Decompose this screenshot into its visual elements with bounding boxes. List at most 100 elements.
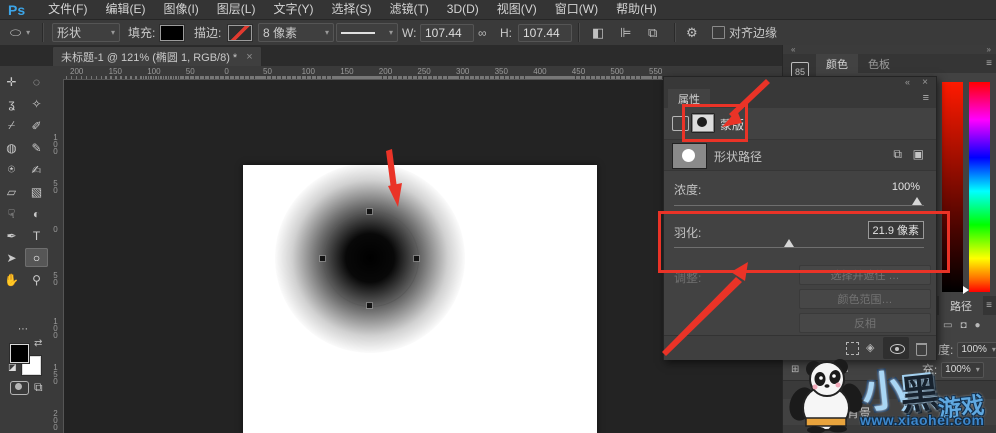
menu-item[interactable]: 编辑(E)	[96, 0, 154, 19]
path-anchor-top[interactable]	[367, 209, 372, 214]
height-label: H:	[500, 20, 512, 45]
tool-mode-select[interactable]: 形状 ▾	[52, 20, 120, 45]
tab-swatches[interactable]: 色板	[858, 54, 900, 73]
fill-color-swatch[interactable]	[160, 20, 184, 45]
menu-item[interactable]: 帮助(H)	[607, 0, 666, 19]
spectrum-slider-icon[interactable]	[963, 286, 969, 294]
gradient-tool[interactable]: ▧	[25, 182, 48, 201]
shape-height-field[interactable]: 107.44	[518, 20, 572, 45]
delete-mask-icon[interactable]	[916, 343, 927, 356]
dodge-tool[interactable]: ◐	[25, 204, 48, 223]
clone-stamp-tool[interactable]: ⍟	[0, 160, 23, 179]
path-anchor-right[interactable]	[414, 256, 419, 261]
type-tool[interactable]: T	[25, 226, 48, 245]
crop-tool[interactable]: ⌿	[0, 116, 23, 135]
menu-item[interactable]: 窗口(W)	[546, 0, 607, 19]
tool-options-bar: ⬭ ▾ 形状 ▾ 填充: 描边: 8 像素 ▾ ▾	[0, 20, 996, 46]
eyedropper-tool[interactable]: ✐	[25, 116, 48, 135]
density-value[interactable]: 100%	[888, 179, 924, 195]
expand-panels-icon[interactable]: »	[987, 45, 991, 54]
history-brush-tool[interactable]: ✍	[25, 160, 48, 179]
density-slider[interactable]	[674, 205, 924, 206]
hand-tool[interactable]: ✋	[0, 270, 23, 289]
menu-item[interactable]: 文字(Y)	[264, 0, 322, 19]
stroke-style-select[interactable]: ▾	[336, 20, 398, 45]
shape-width-field[interactable]: 107.44	[420, 20, 474, 45]
foreground-color-swatch[interactable]	[10, 344, 29, 363]
path-operations-icon[interactable]: ◧	[592, 20, 604, 45]
tab-color[interactable]: 颜色	[816, 54, 858, 73]
lock-transparency-icon[interactable]: ▭	[943, 320, 952, 331]
panel-menu-icon[interactable]: ≡	[986, 300, 992, 311]
eraser-tool[interactable]: ▱	[0, 182, 23, 201]
stroke-color-swatch[interactable]	[228, 20, 252, 45]
ruler-tick-label: 150	[109, 67, 122, 76]
ellipse-preset-icon: ⬭	[10, 25, 21, 41]
ellipse-path-outline[interactable]	[323, 211, 419, 307]
line-style-icon	[341, 32, 375, 34]
align-edges-label: 对齐边缘	[729, 20, 777, 45]
properties-titlebar[interactable]: « ×	[664, 77, 936, 89]
apply-mask-icon[interactable]: ◈	[866, 341, 874, 354]
menu-item[interactable]: 滤镜(T)	[380, 0, 437, 19]
density-label: 浓度:	[674, 181, 701, 198]
healing-brush-tool[interactable]: ◍	[0, 138, 23, 157]
magic-wand-tool[interactable]: ✧	[25, 94, 48, 113]
default-colors-icon[interactable]: ◪	[8, 362, 17, 373]
swap-colors-icon[interactable]: ⇄	[34, 338, 42, 349]
panel-menu-icon[interactable]: ≡	[986, 58, 992, 69]
settings-gear-icon[interactable]: ⚙	[686, 20, 698, 45]
tool-mode-value: 形状	[57, 24, 81, 41]
density-slider-thumb[interactable]	[912, 197, 922, 205]
close-panel-icon[interactable]: ×	[922, 77, 928, 88]
collapse-panels-icon[interactable]: «	[791, 45, 795, 54]
collapse-panel-icon[interactable]: «	[905, 77, 910, 87]
menu-item[interactable]: 图层(L)	[208, 0, 265, 19]
path-anchor-bottom[interactable]	[367, 303, 372, 308]
zoom-tool[interactable]: ⚲	[25, 270, 48, 289]
lock-all-icon[interactable]: ◘	[960, 320, 966, 331]
more-tools-icon[interactable]: ⋯	[18, 324, 30, 335]
stroke-width-select[interactable]: 8 像素 ▾	[258, 20, 334, 45]
path-selection-tool[interactable]: ➤	[0, 248, 23, 267]
menu-item[interactable]: 视图(V)	[488, 0, 546, 19]
quick-mask-button[interactable]	[10, 381, 29, 395]
menu-item[interactable]: 文件(F)	[39, 0, 96, 19]
menu-bar-items: 文件(F)编辑(E)图像(I)图层(L)文字(Y)选择(S)滤镜(T)3D(D)…	[39, 0, 666, 19]
ruler-tick-label: 200	[51, 409, 60, 430]
chevron-down-icon: ▾	[325, 28, 329, 37]
pencil-tool[interactable]: ✎	[25, 138, 48, 157]
ellipse-tool[interactable]: ○	[25, 248, 48, 267]
menu-item[interactable]: 图像(I)	[154, 0, 207, 19]
add-mask-icon[interactable]: ⧉	[893, 147, 902, 162]
menu-item[interactable]: 3D(D)	[438, 0, 488, 19]
invert-button[interactable]: 反相	[799, 313, 931, 333]
align-edges-checkbox[interactable]	[712, 20, 725, 45]
marquee-tool[interactable]: ◌	[25, 72, 48, 91]
tab-paths[interactable]: 路径	[939, 296, 983, 315]
vector-mask-icon[interactable]: ▣	[913, 147, 924, 161]
close-tab-icon[interactable]: ×	[246, 51, 252, 63]
canvas[interactable]	[243, 165, 597, 433]
ruler-tick-label: 50	[186, 67, 195, 76]
link-dimensions-icon[interactable]: ∞	[478, 20, 487, 45]
ruler-tick-label: 0	[224, 67, 228, 76]
panel-menu-icon[interactable]: ≡	[923, 92, 929, 104]
menu-item[interactable]: 选择(S)	[322, 0, 380, 19]
smudge-tool[interactable]: ☟	[0, 204, 23, 223]
path-anchor-left[interactable]	[320, 256, 325, 261]
path-alignment-icon[interactable]: ⊫	[620, 20, 631, 45]
screen-mode-button[interactable]: ⧉	[34, 380, 43, 395]
lasso-tool[interactable]: ʓ	[0, 94, 23, 113]
mask-thumbnail[interactable]	[672, 143, 707, 169]
tool-preset-picker[interactable]: ⬭ ▾	[10, 20, 30, 45]
color-range-button[interactable]: 颜色范围…	[799, 289, 931, 309]
document-tab[interactable]: 未标题-1 @ 121% (椭圆 1, RGB/8) * ×	[52, 46, 262, 67]
ruler-tick-label: 100	[51, 317, 60, 338]
pen-tool[interactable]: ✒	[0, 226, 23, 245]
load-selection-icon[interactable]	[846, 342, 859, 355]
path-arrangement-icon[interactable]: ⧉	[648, 20, 657, 45]
hue-spectrum-ramp[interactable]	[969, 82, 990, 292]
lock-position-icon[interactable]: ●	[975, 320, 981, 331]
move-tool[interactable]: ✛	[0, 72, 23, 91]
